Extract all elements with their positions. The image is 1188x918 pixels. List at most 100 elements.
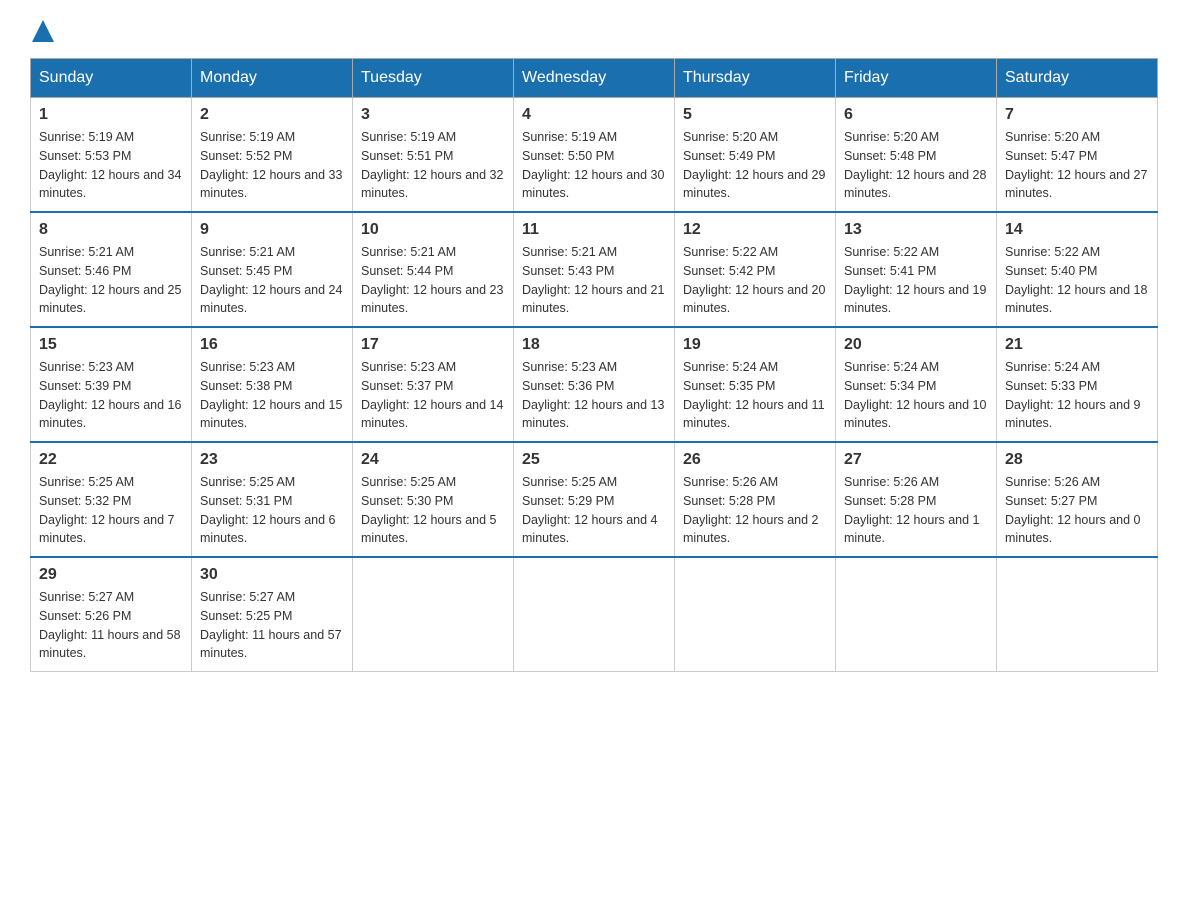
day-info: Sunrise: 5:20 AMSunset: 5:49 PMDaylight:…	[683, 130, 825, 200]
day-info: Sunrise: 5:26 AMSunset: 5:27 PMDaylight:…	[1005, 475, 1141, 545]
calendar-cell: 30 Sunrise: 5:27 AMSunset: 5:25 PMDaylig…	[192, 557, 353, 672]
calendar-cell: 18 Sunrise: 5:23 AMSunset: 5:36 PMDaylig…	[514, 327, 675, 442]
header-tuesday: Tuesday	[353, 59, 514, 98]
day-number: 13	[844, 221, 988, 239]
day-info: Sunrise: 5:23 AMSunset: 5:36 PMDaylight:…	[522, 360, 664, 430]
calendar-cell: 4 Sunrise: 5:19 AMSunset: 5:50 PMDayligh…	[514, 98, 675, 213]
header-thursday: Thursday	[675, 59, 836, 98]
calendar-cell: 5 Sunrise: 5:20 AMSunset: 5:49 PMDayligh…	[675, 98, 836, 213]
calendar-cell: 13 Sunrise: 5:22 AMSunset: 5:41 PMDaylig…	[836, 212, 997, 327]
day-number: 25	[522, 451, 666, 469]
day-number: 8	[39, 221, 183, 239]
day-number: 24	[361, 451, 505, 469]
day-info: Sunrise: 5:24 AMSunset: 5:34 PMDaylight:…	[844, 360, 986, 430]
day-info: Sunrise: 5:19 AMSunset: 5:53 PMDaylight:…	[39, 130, 181, 200]
day-info: Sunrise: 5:23 AMSunset: 5:38 PMDaylight:…	[200, 360, 342, 430]
header-sunday: Sunday	[31, 59, 192, 98]
calendar-cell	[353, 557, 514, 672]
calendar-week-row: 22 Sunrise: 5:25 AMSunset: 5:32 PMDaylig…	[31, 442, 1158, 557]
day-info: Sunrise: 5:27 AMSunset: 5:25 PMDaylight:…	[200, 590, 342, 660]
day-number: 7	[1005, 106, 1149, 124]
day-number: 27	[844, 451, 988, 469]
day-number: 4	[522, 106, 666, 124]
calendar-cell: 24 Sunrise: 5:25 AMSunset: 5:30 PMDaylig…	[353, 442, 514, 557]
header-monday: Monday	[192, 59, 353, 98]
calendar-cell: 29 Sunrise: 5:27 AMSunset: 5:26 PMDaylig…	[31, 557, 192, 672]
day-number: 23	[200, 451, 344, 469]
day-number: 18	[522, 336, 666, 354]
logo-triangle-icon	[32, 20, 54, 42]
calendar-cell: 2 Sunrise: 5:19 AMSunset: 5:52 PMDayligh…	[192, 98, 353, 213]
calendar-week-row: 15 Sunrise: 5:23 AMSunset: 5:39 PMDaylig…	[31, 327, 1158, 442]
calendar-cell: 23 Sunrise: 5:25 AMSunset: 5:31 PMDaylig…	[192, 442, 353, 557]
calendar-cell: 11 Sunrise: 5:21 AMSunset: 5:43 PMDaylig…	[514, 212, 675, 327]
day-info: Sunrise: 5:22 AMSunset: 5:42 PMDaylight:…	[683, 245, 825, 315]
day-number: 16	[200, 336, 344, 354]
calendar-cell: 28 Sunrise: 5:26 AMSunset: 5:27 PMDaylig…	[997, 442, 1158, 557]
calendar-cell: 21 Sunrise: 5:24 AMSunset: 5:33 PMDaylig…	[997, 327, 1158, 442]
day-number: 30	[200, 566, 344, 584]
day-number: 3	[361, 106, 505, 124]
logo	[30, 20, 54, 48]
day-info: Sunrise: 5:20 AMSunset: 5:47 PMDaylight:…	[1005, 130, 1147, 200]
calendar-cell: 3 Sunrise: 5:19 AMSunset: 5:51 PMDayligh…	[353, 98, 514, 213]
day-number: 17	[361, 336, 505, 354]
calendar-cell: 19 Sunrise: 5:24 AMSunset: 5:35 PMDaylig…	[675, 327, 836, 442]
day-info: Sunrise: 5:19 AMSunset: 5:52 PMDaylight:…	[200, 130, 342, 200]
day-number: 22	[39, 451, 183, 469]
calendar-cell: 26 Sunrise: 5:26 AMSunset: 5:28 PMDaylig…	[675, 442, 836, 557]
day-number: 5	[683, 106, 827, 124]
day-number: 14	[1005, 221, 1149, 239]
day-info: Sunrise: 5:22 AMSunset: 5:40 PMDaylight:…	[1005, 245, 1147, 315]
calendar-week-row: 8 Sunrise: 5:21 AMSunset: 5:46 PMDayligh…	[31, 212, 1158, 327]
calendar-cell	[997, 557, 1158, 672]
calendar-cell: 15 Sunrise: 5:23 AMSunset: 5:39 PMDaylig…	[31, 327, 192, 442]
day-number: 9	[200, 221, 344, 239]
calendar-cell	[836, 557, 997, 672]
calendar-cell: 17 Sunrise: 5:23 AMSunset: 5:37 PMDaylig…	[353, 327, 514, 442]
calendar-cell: 6 Sunrise: 5:20 AMSunset: 5:48 PMDayligh…	[836, 98, 997, 213]
day-info: Sunrise: 5:22 AMSunset: 5:41 PMDaylight:…	[844, 245, 986, 315]
day-info: Sunrise: 5:25 AMSunset: 5:30 PMDaylight:…	[361, 475, 497, 545]
day-info: Sunrise: 5:20 AMSunset: 5:48 PMDaylight:…	[844, 130, 986, 200]
calendar-week-row: 1 Sunrise: 5:19 AMSunset: 5:53 PMDayligh…	[31, 98, 1158, 213]
calendar-week-row: 29 Sunrise: 5:27 AMSunset: 5:26 PMDaylig…	[31, 557, 1158, 672]
day-number: 11	[522, 221, 666, 239]
calendar-cell: 22 Sunrise: 5:25 AMSunset: 5:32 PMDaylig…	[31, 442, 192, 557]
day-info: Sunrise: 5:24 AMSunset: 5:35 PMDaylight:…	[683, 360, 825, 430]
calendar-cell: 10 Sunrise: 5:21 AMSunset: 5:44 PMDaylig…	[353, 212, 514, 327]
day-info: Sunrise: 5:21 AMSunset: 5:44 PMDaylight:…	[361, 245, 503, 315]
calendar-cell: 12 Sunrise: 5:22 AMSunset: 5:42 PMDaylig…	[675, 212, 836, 327]
day-info: Sunrise: 5:26 AMSunset: 5:28 PMDaylight:…	[844, 475, 980, 545]
day-number: 20	[844, 336, 988, 354]
logo-blue-part	[30, 20, 54, 48]
day-info: Sunrise: 5:21 AMSunset: 5:43 PMDaylight:…	[522, 245, 664, 315]
day-info: Sunrise: 5:23 AMSunset: 5:39 PMDaylight:…	[39, 360, 181, 430]
day-info: Sunrise: 5:27 AMSunset: 5:26 PMDaylight:…	[39, 590, 181, 660]
logo-text	[30, 20, 54, 48]
day-info: Sunrise: 5:25 AMSunset: 5:32 PMDaylight:…	[39, 475, 175, 545]
calendar-cell: 14 Sunrise: 5:22 AMSunset: 5:40 PMDaylig…	[997, 212, 1158, 327]
calendar-cell	[675, 557, 836, 672]
day-number: 21	[1005, 336, 1149, 354]
calendar-cell: 8 Sunrise: 5:21 AMSunset: 5:46 PMDayligh…	[31, 212, 192, 327]
day-number: 2	[200, 106, 344, 124]
day-info: Sunrise: 5:19 AMSunset: 5:51 PMDaylight:…	[361, 130, 503, 200]
day-info: Sunrise: 5:24 AMSunset: 5:33 PMDaylight:…	[1005, 360, 1141, 430]
day-info: Sunrise: 5:25 AMSunset: 5:29 PMDaylight:…	[522, 475, 658, 545]
day-number: 28	[1005, 451, 1149, 469]
day-number: 10	[361, 221, 505, 239]
day-info: Sunrise: 5:26 AMSunset: 5:28 PMDaylight:…	[683, 475, 819, 545]
day-number: 26	[683, 451, 827, 469]
day-info: Sunrise: 5:23 AMSunset: 5:37 PMDaylight:…	[361, 360, 503, 430]
calendar-cell: 7 Sunrise: 5:20 AMSunset: 5:47 PMDayligh…	[997, 98, 1158, 213]
day-number: 1	[39, 106, 183, 124]
calendar-cell: 16 Sunrise: 5:23 AMSunset: 5:38 PMDaylig…	[192, 327, 353, 442]
day-info: Sunrise: 5:19 AMSunset: 5:50 PMDaylight:…	[522, 130, 664, 200]
calendar-cell: 27 Sunrise: 5:26 AMSunset: 5:28 PMDaylig…	[836, 442, 997, 557]
calendar-cell	[514, 557, 675, 672]
calendar-cell: 25 Sunrise: 5:25 AMSunset: 5:29 PMDaylig…	[514, 442, 675, 557]
day-number: 29	[39, 566, 183, 584]
day-number: 6	[844, 106, 988, 124]
day-info: Sunrise: 5:25 AMSunset: 5:31 PMDaylight:…	[200, 475, 336, 545]
